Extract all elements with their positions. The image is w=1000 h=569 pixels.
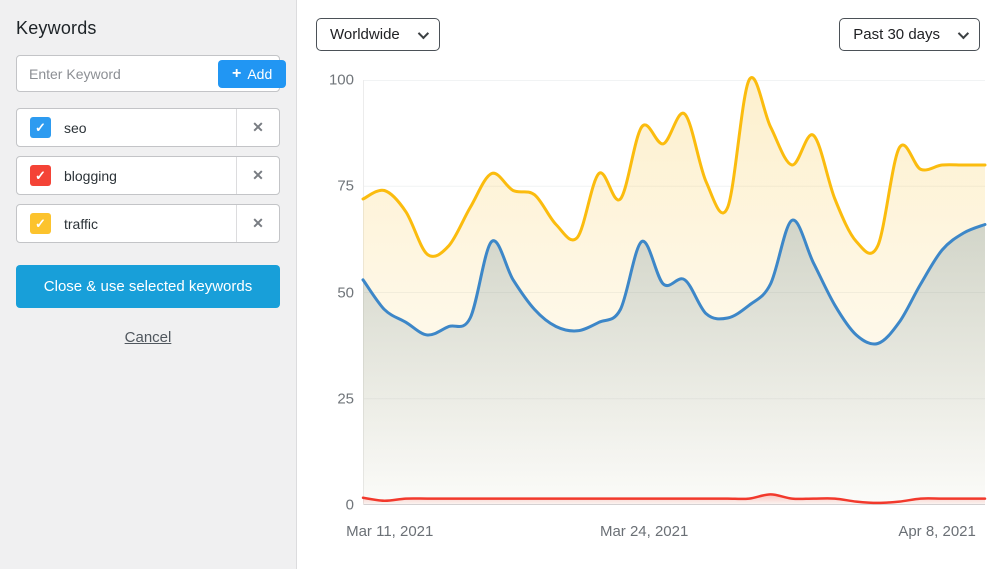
- add-button-label: Add: [247, 66, 272, 82]
- x-axis-tick-label: Mar 24, 2021: [600, 523, 688, 540]
- y-axis-tick-label: 25: [297, 390, 354, 407]
- keyword-checkbox[interactable]: ✓: [30, 117, 51, 138]
- region-dropdown-value: Worldwide: [330, 26, 400, 43]
- plus-icon: +: [232, 66, 241, 82]
- keyword-checkbox[interactable]: ✓: [30, 165, 51, 186]
- date-range-dropdown-value: Past 30 days: [853, 26, 940, 43]
- trends-chart: [363, 80, 985, 505]
- y-axis-tick-label: 0: [297, 497, 354, 514]
- remove-keyword-icon[interactable]: ✕: [237, 109, 279, 146]
- cancel-wrap: Cancel: [16, 329, 280, 347]
- y-axis-tick-label: 100: [297, 72, 354, 89]
- keyword-input[interactable]: [21, 66, 218, 82]
- keyword-label: seo: [64, 120, 236, 136]
- keyword-input-box: + Add: [16, 55, 280, 92]
- keyword-row: ✓ seo ✕: [16, 108, 280, 147]
- sidebar-title: Keywords: [16, 18, 280, 39]
- y-axis-tick-label: 50: [297, 284, 354, 301]
- keyword-label: traffic: [64, 216, 236, 232]
- trends-chart-panel: Worldwide Past 30 days 0 25 50 75 100 Mar 11…: [297, 0, 1000, 569]
- date-range-dropdown[interactable]: Past 30 days: [839, 18, 980, 51]
- remove-keyword-icon[interactable]: ✕: [237, 157, 279, 194]
- add-keyword-button[interactable]: + Add: [218, 60, 286, 88]
- keyword-trends-modal: Keywords + Add ✓ seo ✕ ✓ blogging ✕ ✓ tr…: [0, 0, 1000, 569]
- cancel-link[interactable]: Cancel: [125, 329, 172, 346]
- x-axis-tick-label: Mar 11, 2021: [346, 523, 433, 540]
- y-axis-tick-label: 75: [297, 178, 354, 195]
- x-axis-tick-label: Apr 8, 2021: [898, 523, 976, 540]
- remove-keyword-icon[interactable]: ✕: [237, 205, 279, 242]
- close-use-keywords-button[interactable]: Close & use selected keywords: [16, 265, 280, 308]
- keyword-row: ✓ blogging ✕: [16, 156, 280, 195]
- keywords-sidebar: Keywords + Add ✓ seo ✕ ✓ blogging ✕ ✓ tr…: [0, 0, 297, 569]
- keyword-checkbox[interactable]: ✓: [30, 213, 51, 234]
- chevron-down-icon: [958, 27, 969, 38]
- keyword-row: ✓ traffic ✕: [16, 204, 280, 243]
- region-dropdown[interactable]: Worldwide: [316, 18, 440, 51]
- keyword-label: blogging: [64, 168, 236, 184]
- chevron-down-icon: [418, 27, 429, 38]
